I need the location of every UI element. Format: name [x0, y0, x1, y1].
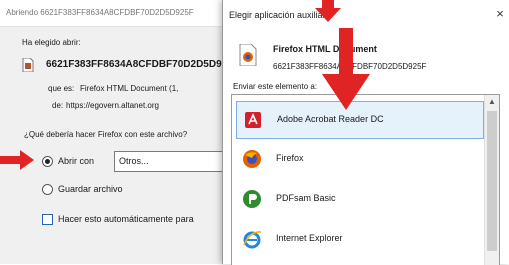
you-chose-label: Ha elegido abrir:: [22, 38, 81, 47]
app-item-internet-explorer[interactable]: Internet Explorer: [236, 221, 482, 257]
firefox-document-icon: [239, 43, 257, 67]
send-to-label: Enviar este elemento a:: [233, 82, 318, 91]
pdfsam-icon: [242, 189, 262, 209]
open-with-radio[interactable]: [42, 156, 53, 167]
auto-label[interactable]: Hacer esto automáticamente para: [58, 214, 194, 224]
red-arrow-top: [315, 0, 341, 22]
save-file-radio[interactable]: [42, 184, 53, 195]
red-arrow-left: [0, 150, 34, 170]
app-item-pdfsam[interactable]: PDFsam Basic: [236, 181, 482, 217]
app-item-label: Firefox: [276, 153, 304, 163]
close-icon[interactable]: ×: [493, 7, 507, 21]
file-name: 6621F383FF8634A8CFDBF70D2D5D925F: [46, 59, 239, 70]
app-list[interactable]: Adobe Acrobat Reader DC Firefox PDFsam B…: [231, 94, 500, 265]
question-text: ¿Qué debería hacer Firefox con este arch…: [24, 130, 188, 139]
chooser-titlebar: Elegir aplicación auxiliar: [223, 0, 509, 28]
type-label: que es:: [48, 84, 75, 93]
open-with-select-value: Otros...: [119, 156, 149, 166]
chooser-title: Elegir aplicación auxiliar: [229, 10, 326, 20]
from-label: de:: [52, 101, 64, 110]
save-file-label[interactable]: Guardar archivo: [58, 184, 123, 194]
app-list-scrollbar[interactable]: ▲: [484, 95, 499, 265]
adobe-acrobat-icon: [243, 110, 263, 130]
auto-checkbox[interactable]: [42, 214, 53, 225]
from-value: https://egovern.altanet.org: [66, 101, 159, 110]
app-item-label: PDFsam Basic: [276, 193, 336, 203]
app-item-firefox[interactable]: Firefox: [236, 141, 482, 177]
firefox-icon: [242, 149, 262, 169]
app-item-label: Internet Explorer: [276, 233, 343, 243]
internet-explorer-icon: [242, 229, 262, 249]
file-icon: [22, 57, 34, 73]
red-arrow-main: [316, 28, 376, 110]
type-value: Firefox HTML Document (1,: [80, 84, 179, 93]
download-dialog-title: Abriendo 6621F383FF8634A8CFDBF70D2D5D925…: [6, 8, 194, 17]
open-with-label[interactable]: Abrir con: [58, 156, 94, 166]
scroll-thumb[interactable]: [487, 111, 497, 251]
app-item-label: Adobe Acrobat Reader DC: [277, 114, 384, 124]
scroll-up-icon[interactable]: ▲: [485, 95, 499, 109]
open-with-select[interactable]: Otros...: [114, 151, 226, 172]
